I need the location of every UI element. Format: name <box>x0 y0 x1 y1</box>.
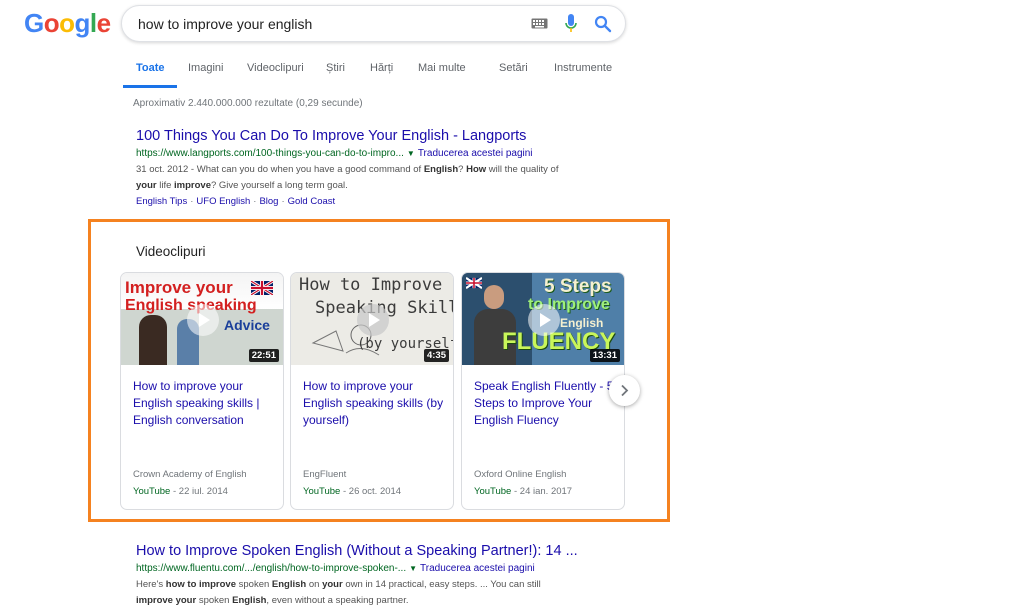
result-url: https://www.langports.com/100-things-you… <box>136 148 404 159</box>
thumbnail-text: Advice <box>224 317 270 333</box>
translate-page-link[interactable]: Traducerea acestei pagini <box>418 148 533 159</box>
video-card[interactable]: 5 Steps to Improve English FLUENCY 13:31… <box>461 272 625 510</box>
video-card[interactable]: How to Improve Speaking Skills (by yours… <box>290 272 454 510</box>
tab-videos[interactable]: Videoclipuri <box>247 62 304 74</box>
video-channel: Oxford Online English <box>474 469 567 480</box>
tab-all[interactable]: Toate <box>136 62 165 74</box>
tab-maps[interactable]: Hărți <box>370 62 393 74</box>
video-date: 26 oct. 2014 <box>348 486 402 497</box>
logo-letter: e <box>96 8 111 38</box>
video-meta: YouTube - 26 oct. 2014 <box>303 486 402 497</box>
active-tab-indicator <box>123 85 177 88</box>
video-source: YouTube <box>303 486 341 497</box>
result-url: https://www.fluentu.com/.../english/how-… <box>136 563 407 574</box>
carousel-next-button[interactable] <box>609 375 640 406</box>
video-date: 24 ian. 2017 <box>519 486 573 497</box>
search-result: 100 Things You Can Do To Improve Your En… <box>136 127 616 209</box>
sitelink-english-tips[interactable]: English Tips <box>136 196 187 207</box>
tab-news[interactable]: Știri <box>326 62 345 74</box>
uk-flag-icon <box>466 277 482 289</box>
thumbnail-text: Improve your <box>125 278 233 297</box>
tab-images[interactable]: Imagini <box>188 62 223 74</box>
keyboard-icon[interactable] <box>531 18 548 29</box>
google-logo[interactable]: Google <box>24 8 111 38</box>
search-box[interactable]: how to improve your english <box>121 5 626 42</box>
video-thumbnail[interactable]: 5 Steps to Improve English FLUENCY 13:31 <box>462 273 624 365</box>
logo-letter: o <box>59 8 75 38</box>
sitelink-gold-coast[interactable]: Gold Coast <box>288 196 336 207</box>
video-card[interactable]: Improve your English speaking Advice 22:… <box>120 272 284 510</box>
result-title-link[interactable]: How to Improve Spoken English (Without a… <box>136 542 616 560</box>
translate-page-link[interactable]: Traducerea acestei pagini <box>420 563 535 574</box>
result-title-link[interactable]: 100 Things You Can Do To Improve Your En… <box>136 127 616 145</box>
caret-down-icon[interactable]: ▼ <box>407 149 415 158</box>
logo-letter: G <box>24 8 44 38</box>
logo-letter: l <box>89 8 97 38</box>
video-meta: YouTube - 24 ian. 2017 <box>474 486 573 497</box>
result-url-line: https://www.langports.com/100-things-you… <box>136 147 616 161</box>
tab-settings[interactable]: Setări <box>499 62 528 74</box>
play-icon[interactable] <box>187 304 219 336</box>
search-tabs: Toate Imagini Videoclipuri Știri Hărți M… <box>121 56 621 88</box>
video-duration: 13:31 <box>589 349 620 362</box>
play-icon[interactable] <box>357 304 389 336</box>
tab-more[interactable]: Mai multe <box>418 62 466 74</box>
result-snippet: Here's how to improve spoken English on … <box>136 579 541 606</box>
mic-icon[interactable] <box>564 14 578 34</box>
search-result: How to Improve Spoken English (Without a… <box>136 542 616 609</box>
video-title[interactable]: Speak English Fluently - 5 Steps to Impr… <box>474 378 616 429</box>
tab-tools[interactable]: Instrumente <box>554 62 612 74</box>
result-stats: Aproximativ 2.440.000.000 rezultate (0,2… <box>133 98 363 109</box>
video-source: YouTube <box>133 486 171 497</box>
play-icon[interactable] <box>528 304 560 336</box>
sitelinks: English Tips · UFO English · Blog · Gold Coast <box>136 196 336 207</box>
video-channel: Crown Academy of English <box>133 469 247 480</box>
video-date: 22 iul. 2014 <box>178 486 228 497</box>
chevron-right-icon <box>621 384 629 397</box>
search-icon[interactable] <box>594 15 612 33</box>
sitelink-ufo-english[interactable]: UFO English <box>196 196 250 207</box>
thumbnail-text: How to Improve <box>299 275 443 295</box>
logo-letter: o <box>43 8 60 38</box>
video-title[interactable]: How to improve your English speaking ski… <box>303 378 445 429</box>
caret-down-icon[interactable]: ▼ <box>409 564 417 573</box>
video-thumbnail[interactable]: How to Improve Speaking Skills (by yours… <box>291 273 453 365</box>
video-title[interactable]: How to improve your English speaking ski… <box>133 378 275 429</box>
search-input[interactable]: how to improve your english <box>138 16 312 32</box>
sitelink-blog[interactable]: Blog <box>259 196 278 207</box>
thumbnail-text: 5 Steps <box>544 276 612 297</box>
video-thumbnail[interactable]: Improve your English speaking Advice 22:… <box>121 273 283 365</box>
video-duration: 22:51 <box>248 349 279 362</box>
uk-flag-icon <box>251 281 273 295</box>
video-section-heading: Videoclipuri <box>136 244 206 259</box>
logo-letter: g <box>74 8 91 38</box>
result-url-line: https://www.fluentu.com/.../english/how-… <box>136 562 616 576</box>
result-snippet: 31 oct. 2012 - What can you do when you … <box>136 164 559 191</box>
video-channel: EngFluent <box>303 469 347 480</box>
video-meta: YouTube - 22 iul. 2014 <box>133 486 228 497</box>
video-source: YouTube <box>474 486 512 497</box>
video-duration: 4:35 <box>423 349 449 362</box>
